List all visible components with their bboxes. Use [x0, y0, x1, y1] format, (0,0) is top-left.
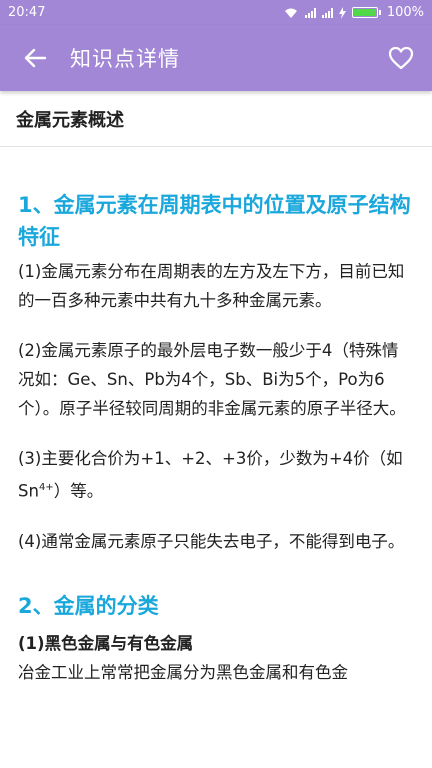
back-button[interactable]: [0, 25, 70, 91]
charging-icon: [338, 6, 346, 19]
topic-header: 金属元素概述: [0, 91, 432, 147]
paragraph: (1)金属元素分布在周期表的左方及左下方，目前已知的一百多种元素中共有九十多种金…: [18, 262, 405, 310]
section-title: 1、金属元素在周期表中的位置及原子结构特征: [18, 193, 411, 249]
paragraph: (4)通常金属元素原子只能失去电子，不能得到电子。: [18, 531, 405, 551]
superscript-charge: 4+: [38, 482, 54, 493]
battery-icon: [351, 7, 378, 18]
subsection-title: (1)黑色金属与有色金属: [18, 633, 194, 653]
status-icons: 100%: [283, 5, 424, 20]
status-bar: 20:47 100%: [0, 0, 432, 25]
battery-percent: 100%: [386, 5, 424, 20]
app-bar: 知识点详情: [0, 25, 432, 91]
section-title: 2、金属的分类: [18, 593, 159, 618]
arrow-left-icon: [24, 48, 46, 68]
page-title: 知识点详情: [70, 47, 180, 71]
paragraph: (2)金属元素原子的最外层电子数一般少于4（特殊情况如：Ge、Sn、Pb为4个，…: [18, 341, 406, 418]
cell-signal-icon: [304, 7, 316, 18]
favorite-button[interactable]: [370, 25, 432, 91]
paragraph-text: ）等。: [53, 481, 104, 501]
wifi-icon: [284, 8, 297, 18]
paragraph: (3)主要化合价为+1、+2、+3价，少数为+4价（如Sn4+）等。: [18, 444, 414, 506]
cell-signal-2-icon: [321, 7, 333, 18]
status-time: 20:47: [8, 5, 46, 20]
article-content: 1、金属元素在周期表中的位置及原子结构特征 (1)金属元素分布在周期表的左方及左…: [0, 148, 432, 687]
heart-outline-icon: [388, 46, 414, 70]
paragraph: 冶金工业上常常把金属分为黑色金属和有色金: [18, 662, 348, 682]
